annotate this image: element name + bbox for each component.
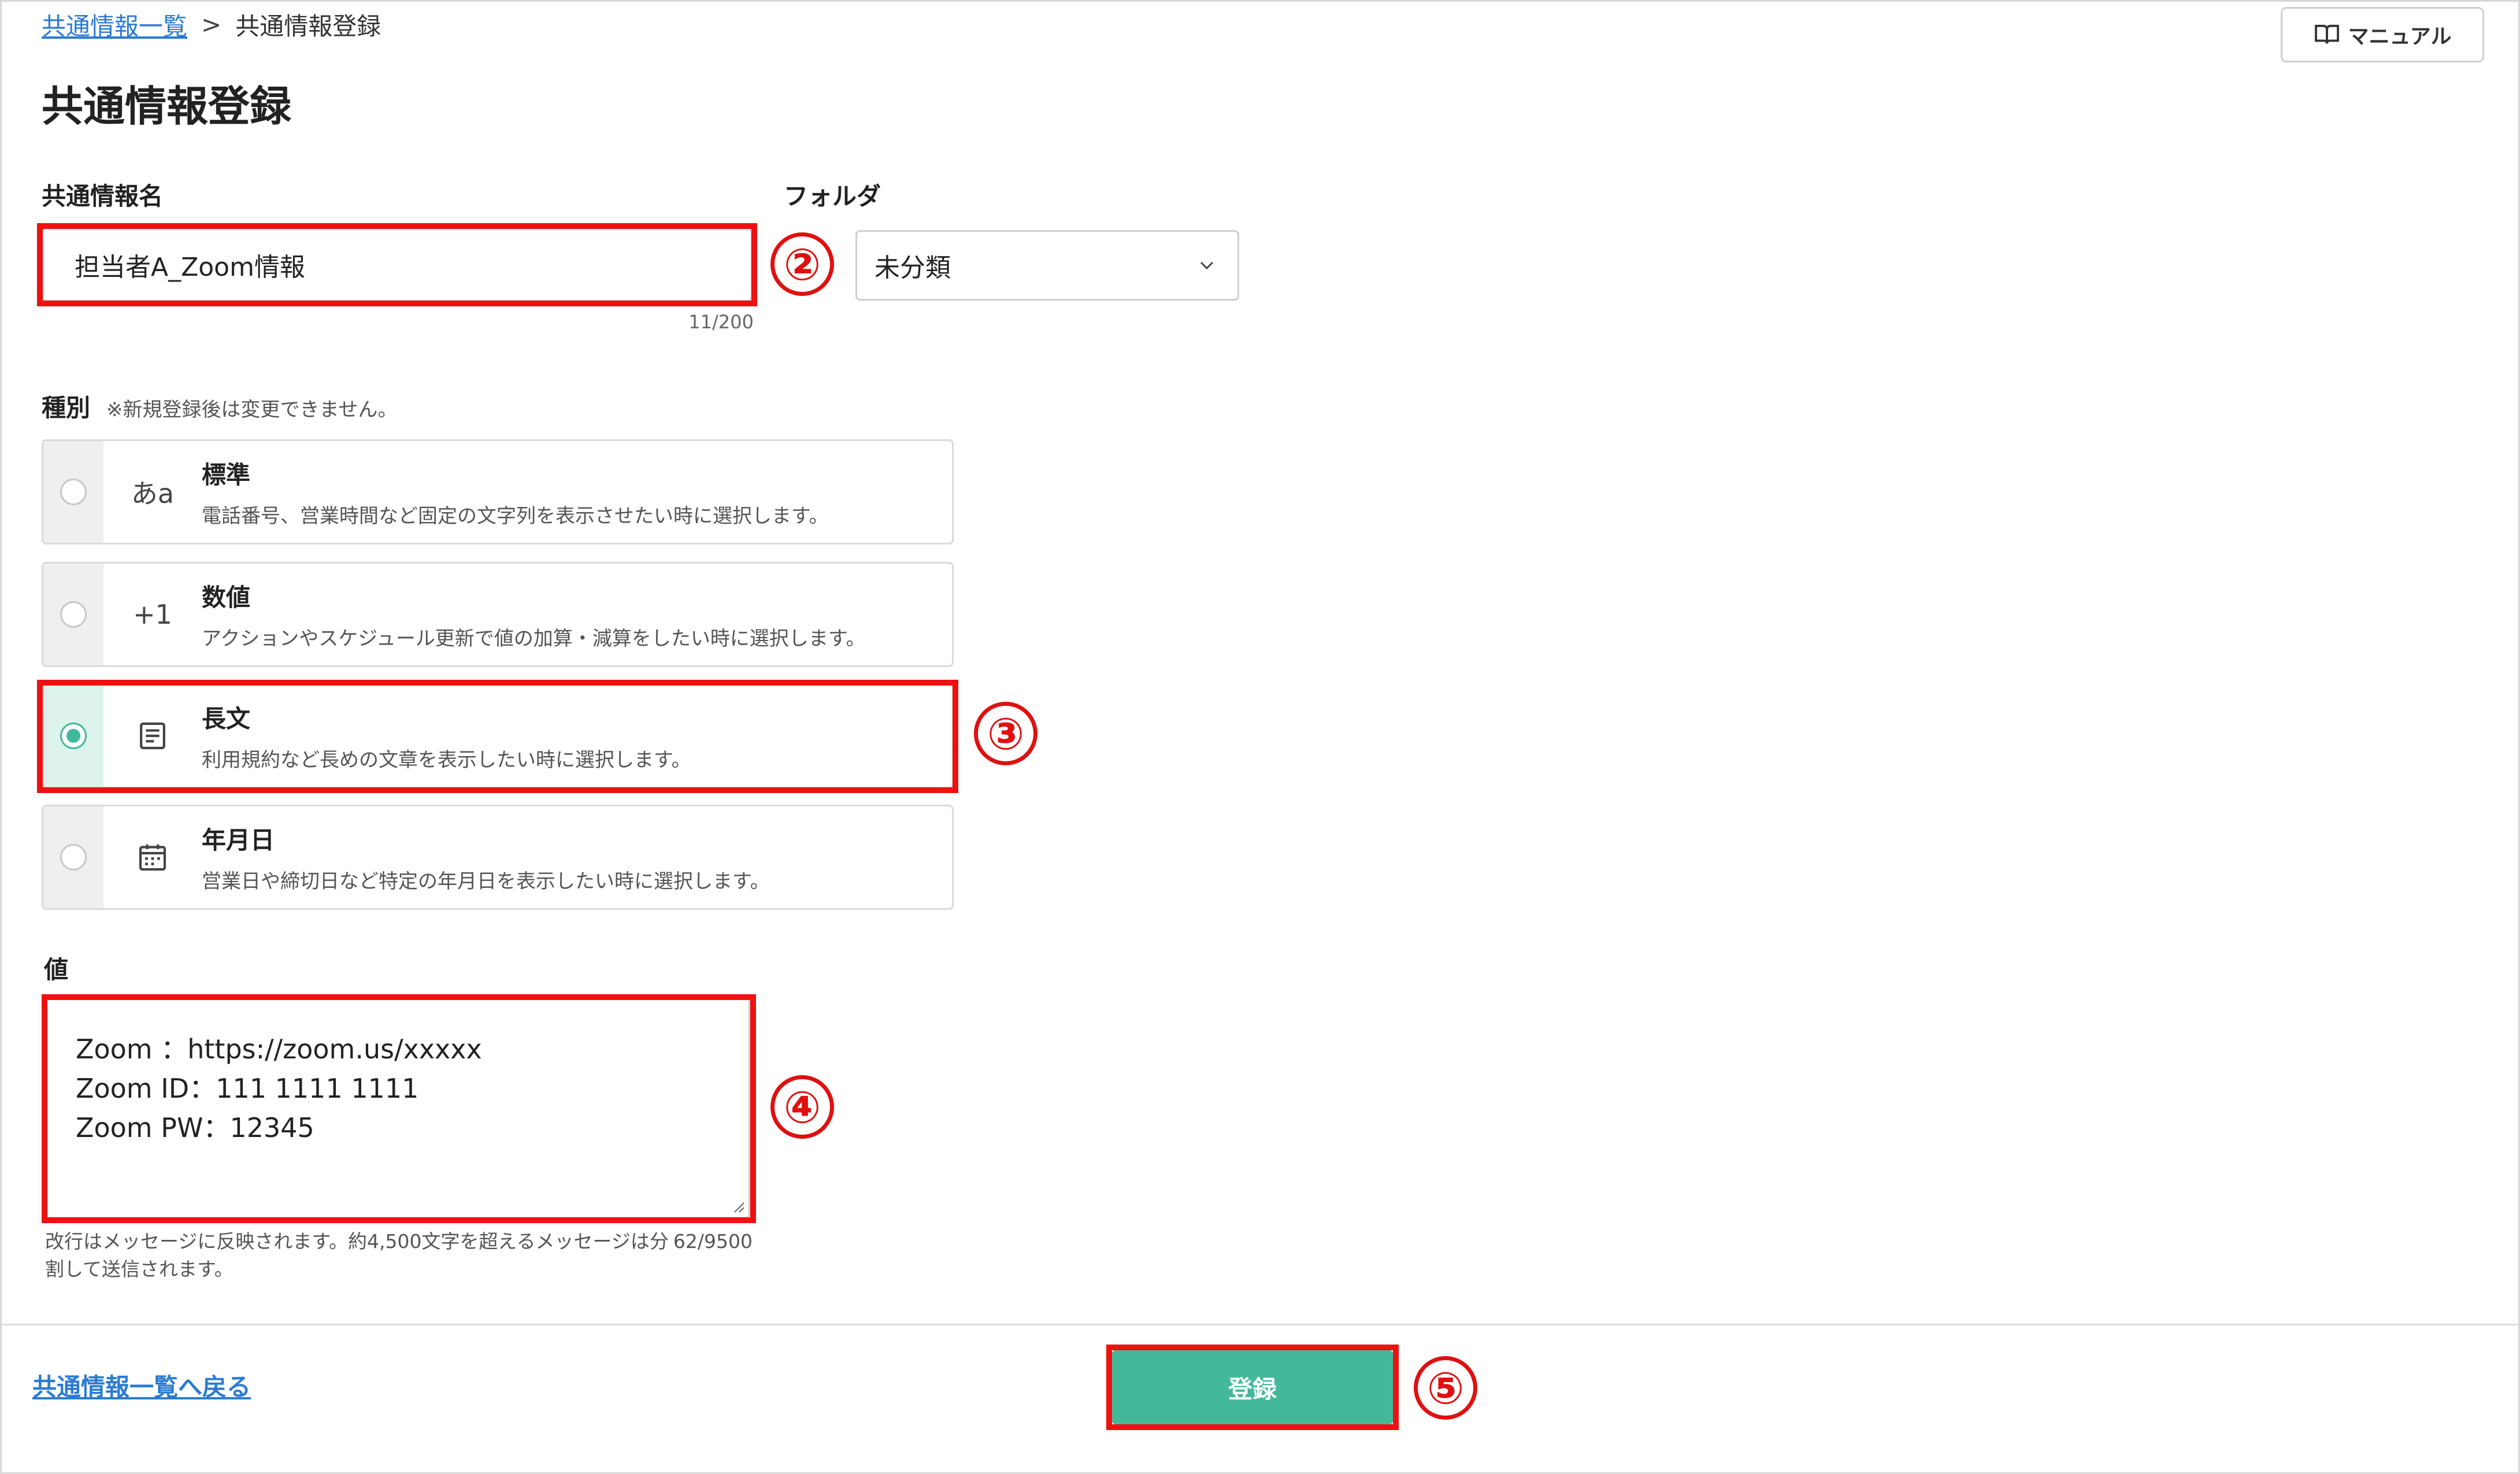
breadcrumb-separator: > (201, 10, 222, 39)
type-option-desc: アクションやスケジュール更新で値の加算・減算をしたい時に選択します。 (202, 627, 866, 650)
type-option-date[interactable]: 年月日 営業日や締切日など特定の年月日を表示したい時に選択します。 (42, 805, 954, 910)
value-field-label: 値 (44, 955, 69, 984)
marker-3: ③ (974, 702, 1037, 765)
type-option-title: 標準 (202, 461, 251, 489)
marker-5: ⑤ (1414, 1356, 1477, 1420)
marker-2: ② (770, 232, 834, 296)
type-option-standard[interactable]: あa 標準 電話番号、営業時間など固定の文字列を表示させたい時に選択します。 (42, 439, 954, 545)
value-help-text: 改行はメッセージに反映されます。約4,500文字を超えるメッセージは分割して送信… (45, 1230, 669, 1280)
calendar-icon (139, 844, 166, 871)
folder-field-label: フォルダ (784, 182, 881, 210)
radio-button-number[interactable] (60, 601, 87, 628)
type-option-number[interactable]: +1 数値 アクションやスケジュール更新で値の加算・減算をしたい時に選択します。 (42, 562, 954, 667)
folder-select-value: 未分類 (874, 253, 951, 283)
type-option-title: 年月日 (202, 826, 275, 854)
highlight-name-input (37, 223, 757, 306)
footer-divider (2, 1324, 2518, 1325)
type-option-title: 数値 (202, 583, 251, 612)
radio-button-date[interactable] (60, 844, 87, 871)
type-field-label: 種別 (42, 394, 91, 422)
radio-cell (43, 564, 103, 665)
manual-button[interactable]: マニュアル (2281, 7, 2484, 62)
folder-select[interactable]: 未分類 (855, 230, 1239, 301)
plus-one-icon: +1 (133, 599, 172, 630)
page-title: 共通情報登録 (42, 82, 292, 131)
book-icon (2314, 24, 2339, 44)
type-option-desc: 営業日や締切日など特定の年月日を表示したい時に選択します。 (202, 870, 770, 893)
type-field-note: ※新規登録後は変更できません。 (106, 398, 398, 421)
breadcrumb-parent-link[interactable]: 共通情報一覧 (42, 7, 187, 42)
highlight-value-textarea (42, 994, 756, 1223)
text-type-icon: あa (131, 478, 175, 509)
breadcrumb-current: 共通情報登録 (235, 12, 381, 40)
radio-cell (43, 806, 103, 908)
chevron-down-icon (1200, 261, 1214, 270)
back-to-list-link[interactable]: 共通情報一覧へ戻る (32, 1370, 251, 1405)
type-field-header: 種別 ※新規登録後は変更できません。 (42, 388, 397, 424)
value-counter: 62/9500 (673, 1230, 753, 1253)
type-option-desc: 電話番号、営業時間など固定の文字列を表示させたい時に選択します。 (202, 505, 829, 528)
highlight-longtext-option (37, 680, 958, 793)
name-counter: 11/200 (688, 311, 754, 333)
breadcrumb: 共通情報一覧 > 共通情報登録 (42, 7, 381, 42)
radio-cell (43, 441, 103, 543)
name-field-label: 共通情報名 (42, 182, 164, 210)
highlight-register-button (1106, 1345, 1399, 1430)
manual-button-label: マニュアル (2348, 25, 2452, 49)
radio-button-standard[interactable] (60, 479, 87, 505)
marker-4: ④ (770, 1075, 834, 1139)
